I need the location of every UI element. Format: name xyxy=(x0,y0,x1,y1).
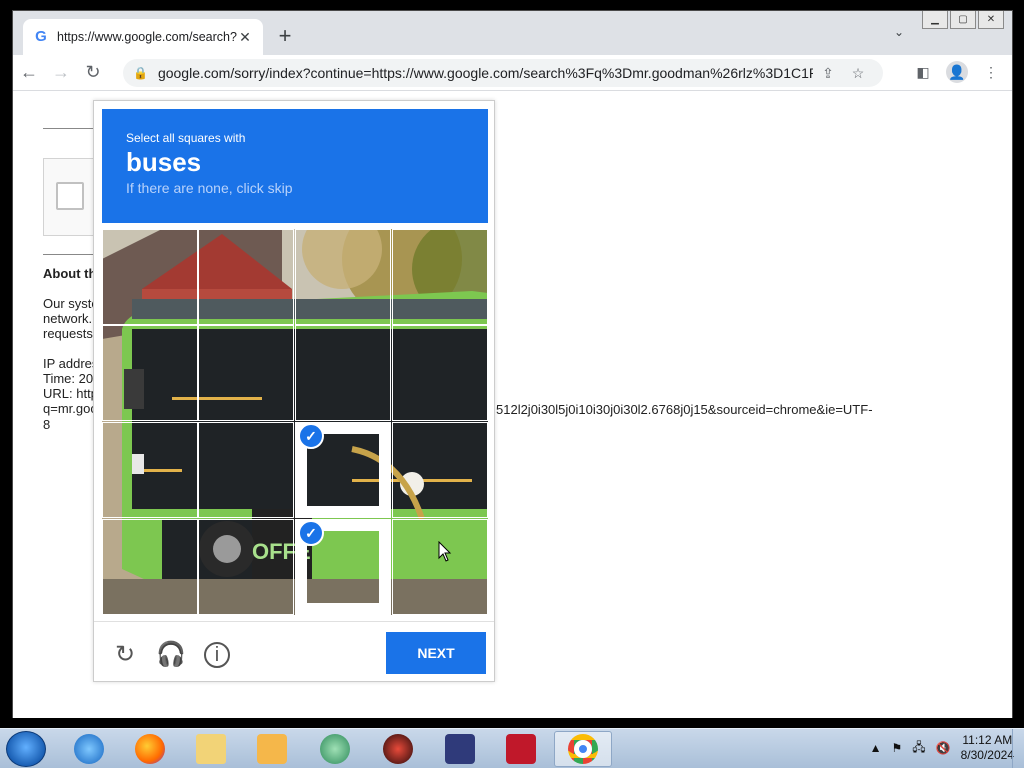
request-info: IP addres Time: 20 URL: http q=mr.goo xyxy=(43,356,98,416)
captcha-tile-3[interactable] xyxy=(295,229,391,325)
minimize-button[interactable]: ▁ xyxy=(922,11,948,29)
close-button[interactable]: ✕ xyxy=(978,11,1004,29)
captcha-tile-12[interactable] xyxy=(392,422,488,518)
photo-app-icon[interactable] xyxy=(431,731,489,767)
start-button[interactable] xyxy=(6,731,46,767)
captcha-footer: ↻ 🎧 i NEXT xyxy=(94,621,494,683)
internet-explorer-icon[interactable] xyxy=(60,731,118,767)
captcha-target: buses xyxy=(126,147,202,177)
captcha-tile-10[interactable] xyxy=(198,422,294,518)
captcha-header: Select all squares with buses If there a… xyxy=(102,109,488,223)
screen-recorder-icon[interactable] xyxy=(492,731,550,767)
captcha-tile-9[interactable] xyxy=(102,422,198,518)
action-center-flag-icon[interactable]: ⚑ xyxy=(892,741,903,755)
green-app-icon[interactable] xyxy=(306,731,364,767)
media-player-icon[interactable] xyxy=(243,731,301,767)
headphones-audio-icon[interactable]: 🎧 xyxy=(156,640,186,670)
captcha-tile-14[interactable] xyxy=(198,519,294,615)
taskbar: ▲ ⚑ 🖧 🔇 11:12 AM 8/30/2024 xyxy=(0,728,1024,768)
red-app-icon[interactable] xyxy=(369,731,427,767)
url-query: q=mr.goo xyxy=(43,401,98,416)
forward-icon[interactable]: → xyxy=(45,62,77,83)
ip-label: IP addres xyxy=(43,356,99,371)
next-button[interactable]: NEXT xyxy=(386,632,486,674)
captcha-challenge: Select all squares with buses If there a… xyxy=(93,100,495,682)
side-panel-icon[interactable]: ◧ xyxy=(912,61,934,83)
recaptcha-checkbox[interactable] xyxy=(56,182,84,210)
time-label: Time: 20 xyxy=(43,371,94,386)
google-favicon-icon: G xyxy=(35,28,47,45)
network-icon[interactable]: 🖧 xyxy=(912,738,925,759)
lock-icon: 🔒 xyxy=(133,66,148,80)
captcha-tile-16[interactable] xyxy=(392,519,488,615)
system-tray: ▲ ⚑ 🖧 🔇 11:12 AM 8/30/2024 xyxy=(870,733,1014,763)
address-bar[interactable]: 🔒 google.com/sorry/index?continue=https:… xyxy=(123,59,883,87)
back-icon[interactable]: ← xyxy=(13,62,45,83)
chrome-icon[interactable] xyxy=(554,731,612,767)
url-last: 8 xyxy=(43,417,51,432)
captcha-tile-5[interactable] xyxy=(102,325,198,421)
browser-tab[interactable]: G https://www.google.com/search? ✕ xyxy=(23,19,263,55)
share-icon[interactable]: ⇪ xyxy=(813,65,843,82)
captcha-tile-7[interactable] xyxy=(295,325,391,421)
profile-avatar-icon[interactable]: 👤 xyxy=(946,61,968,83)
captcha-tile-4[interactable] xyxy=(392,229,488,325)
new-tab-button[interactable]: + xyxy=(273,25,297,49)
browser-toolbar: ← → ↻ 🔒 google.com/sorry/index?continue=… xyxy=(13,55,1012,91)
about-heading: About th xyxy=(43,266,97,281)
window-controls: ▁ ▢ ✕ xyxy=(922,11,1004,29)
captcha-tile-6[interactable] xyxy=(198,325,294,421)
clock-date: 8/30/2024 xyxy=(960,748,1014,762)
menu-kebab-icon[interactable]: ⋮ xyxy=(980,61,1002,83)
address-bar-url: google.com/sorry/index?continue=https://… xyxy=(157,65,813,81)
check-icon: ✓ xyxy=(298,423,324,449)
clock-time: 11:12 AM xyxy=(962,733,1013,747)
clock[interactable]: 11:12 AM 8/30/2024 xyxy=(961,733,1014,763)
tab-strip: G https://www.google.com/search? ✕ + ⌄ ▁… xyxy=(13,11,1012,55)
reload-icon[interactable]: ↻ xyxy=(77,62,109,83)
tab-close-icon[interactable]: ✕ xyxy=(237,29,253,46)
show-desktop-button[interactable] xyxy=(1012,729,1024,768)
volume-muted-icon[interactable]: 🔇 xyxy=(936,741,951,755)
captcha-instruction: Select all squares with xyxy=(126,131,246,145)
captcha-tile-8[interactable] xyxy=(392,325,488,421)
reload-challenge-icon[interactable]: ↻ xyxy=(110,640,140,670)
captcha-tile-13[interactable] xyxy=(102,519,198,615)
tab-title: https://www.google.com/search? xyxy=(57,30,237,44)
mouse-cursor-icon xyxy=(438,541,452,562)
captcha-tile-2[interactable] xyxy=(198,229,294,325)
maximize-button[interactable]: ▢ xyxy=(950,11,976,29)
url-tail: 512l2j0i30l5j0i10i30j0i30l2.6768j0j15&so… xyxy=(496,402,873,417)
url-label: URL: http xyxy=(43,386,98,401)
firefox-icon[interactable] xyxy=(121,731,179,767)
tray-expand-icon[interactable]: ▲ xyxy=(870,741,882,755)
captcha-tile-1[interactable] xyxy=(102,229,198,325)
check-icon: ✓ xyxy=(298,520,324,546)
bookmark-star-icon[interactable]: ☆ xyxy=(843,65,873,82)
file-explorer-icon[interactable] xyxy=(182,731,240,767)
tab-search-icon[interactable]: ⌄ xyxy=(894,25,904,39)
captcha-subtext: If there are none, click skip xyxy=(126,180,293,196)
captcha-image-grid: OFFE ✓ ✓ xyxy=(102,229,488,615)
info-icon[interactable]: i xyxy=(204,642,230,668)
